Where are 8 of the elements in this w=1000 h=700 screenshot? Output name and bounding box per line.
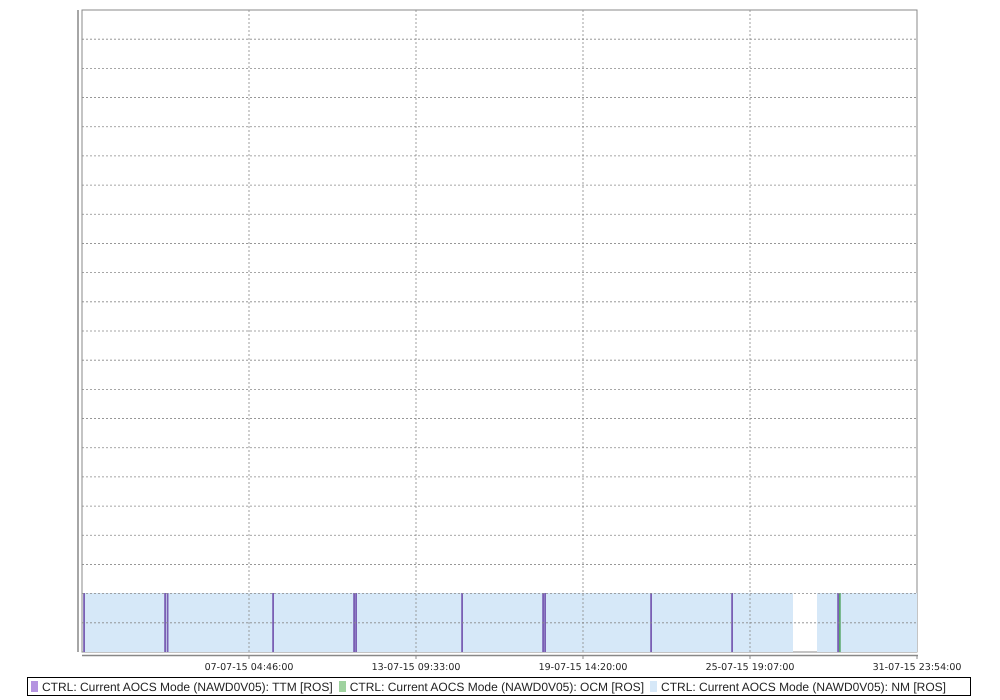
x-tick-label: 19-07-15 14:20:00 [538,662,628,673]
legend-label: CTRL: Current AOCS Mode (NAWD0V05): TTM [ROS] [42,680,333,694]
x-tick-label: 07-07-15 04:46:00 [204,662,294,673]
legend-label: CTRL: Current AOCS Mode (NAWD0V05): NM [ROS] [661,680,946,694]
x-tick-label: 31-07-15 23:54:00 [872,662,962,673]
x-tick-label: 13-07-15 09:33:00 [372,662,460,673]
x-tick-label: 25-07-15 19:07:00 [706,662,794,673]
legend-label: CTRL: Current AOCS Mode (NAWD0V05): OCM [ROS] [350,680,644,694]
